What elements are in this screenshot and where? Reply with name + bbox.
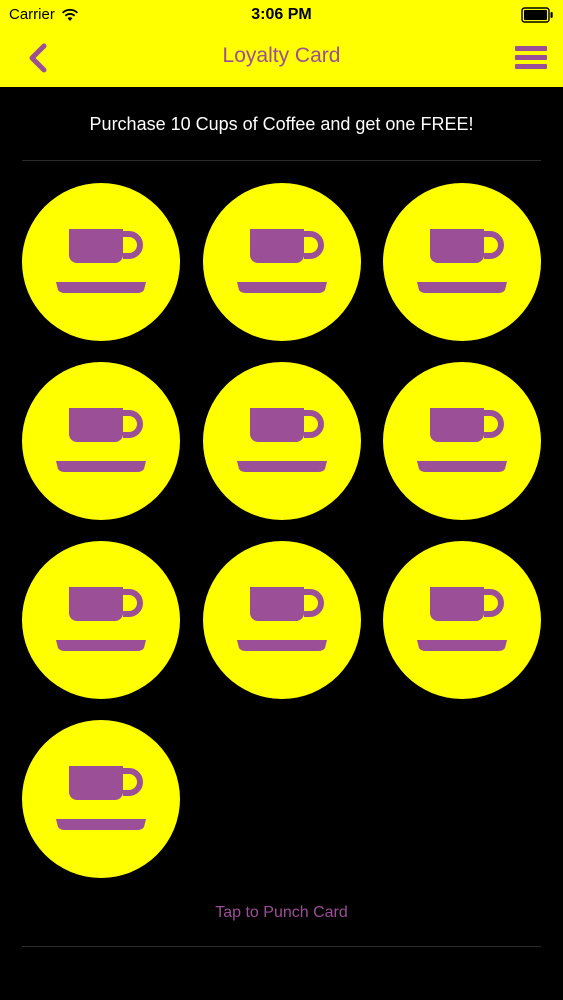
battery-icon — [521, 7, 554, 27]
loyalty-stamp[interactable] — [383, 541, 541, 699]
punch-card-button[interactable]: Tap to Punch Card — [0, 904, 563, 922]
loyalty-stamp[interactable] — [383, 183, 541, 341]
promo-text: Purchase 10 Cups of Coffee and get one F… — [89, 114, 474, 134]
loyalty-stamp[interactable] — [202, 541, 361, 699]
menu-button[interactable] — [511, 42, 551, 76]
divider-bottom — [22, 946, 541, 947]
loyalty-stamp[interactable] — [202, 183, 361, 341]
loyalty-stamp[interactable] — [22, 362, 180, 520]
hamburger-menu-icon — [511, 46, 551, 80]
loyalty-stamp[interactable] — [383, 362, 541, 520]
loyalty-stamp[interactable] — [22, 183, 180, 341]
loyalty-stamp[interactable] — [202, 362, 361, 520]
loyalty-stamp[interactable] — [22, 541, 180, 699]
status-time: 3:06 PM — [251, 6, 312, 23]
nav-bar: Loyalty Card — [0, 30, 563, 87]
status-bar: Carrier 3:06 PM — [0, 0, 563, 30]
page-title: Loyalty Card — [222, 44, 341, 67]
stamp-grid — [22, 183, 541, 883]
loyalty-stamp[interactable] — [22, 720, 180, 878]
divider-top — [22, 160, 541, 161]
